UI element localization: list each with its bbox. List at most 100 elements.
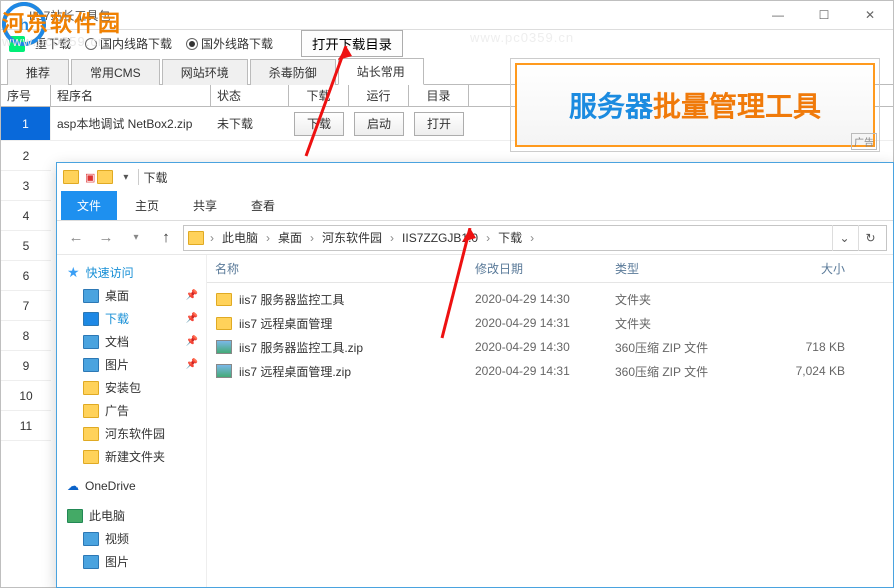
tab-antivirus[interactable]: 杀毒防御 — [250, 59, 336, 85]
sidebar-thispc[interactable]: 此电脑 — [57, 504, 206, 527]
svg-text:h: h — [19, 17, 29, 34]
star-icon: ★ — [67, 264, 80, 281]
sidebar-item-videos[interactable]: 视频 — [57, 527, 206, 550]
col-size[interactable]: 大小 — [765, 260, 865, 277]
refresh-button[interactable]: ↻ — [858, 225, 882, 251]
zip-icon — [216, 364, 232, 378]
row-index[interactable]: 6 — [1, 261, 51, 291]
col-run[interactable]: 运行 — [349, 85, 409, 106]
address-bar: ← → ▾ ↑ › 此电脑 › 桌面 › 河东软件园 › IIS7ZZGJB1.… — [57, 221, 893, 255]
up-button[interactable]: ↑ — [153, 226, 179, 250]
tab-file[interactable]: 文件 — [61, 191, 117, 220]
col-download[interactable]: 下载 — [289, 85, 349, 106]
pc-icon — [67, 509, 83, 523]
crumb-iis7[interactable]: IIS7ZZGJB1.0 — [396, 229, 484, 247]
radio-foreign[interactable]: 国外线路下载 — [186, 35, 273, 52]
pin-icon: 📌 — [186, 290, 198, 301]
row-index[interactable]: 11 — [1, 411, 51, 441]
sidebar-item-desktop[interactable]: 桌面📌 — [57, 284, 206, 307]
sidebar-item-images[interactable]: 图片 — [57, 550, 206, 573]
col-name[interactable]: 名称 — [215, 260, 475, 277]
cloud-icon: ☁ — [67, 479, 79, 493]
sidebar-quick-access[interactable]: ★ 快速访问 — [57, 261, 206, 284]
pin-icon: 📌 — [186, 336, 198, 347]
download-icon: ↓ — [83, 312, 99, 326]
cell-status: 未下载 — [211, 107, 289, 140]
pin-icon: 📌 — [186, 313, 198, 324]
list-item[interactable]: iis7 远程桌面管理.zip2020-04-29 14:31360压缩 ZIP… — [207, 359, 893, 383]
check-icon: ▣ — [85, 171, 95, 184]
maximize-button[interactable]: ☐ — [801, 1, 847, 29]
explorer-title: 下载 — [143, 169, 167, 186]
radio-domestic[interactable]: 国内线路下载 — [85, 35, 172, 52]
sidebar-item-ad[interactable]: 广告 — [57, 399, 206, 422]
explorer-window: ▣ ▾ 下载 文件 主页 共享 查看 ← → ▾ ↑ › 此电脑 › 桌面 › … — [56, 162, 894, 588]
tab-recommend[interactable]: 推荐 — [7, 59, 69, 85]
folder-icon — [216, 317, 232, 330]
radio-icon — [186, 38, 198, 50]
minimize-button[interactable]: — — [755, 1, 801, 29]
list-item[interactable]: iis7 服务器监控工具.zip2020-04-29 14:30360压缩 ZI… — [207, 335, 893, 359]
crumb-desktop[interactable]: 桌面 — [272, 227, 308, 248]
history-dropdown[interactable]: ⌄ — [832, 225, 856, 251]
download-button[interactable]: 下载 — [294, 112, 344, 136]
ribbon-tabs: 文件 主页 共享 查看 — [57, 191, 893, 221]
col-date[interactable]: 修改日期 — [475, 260, 615, 277]
chevron-down-icon[interactable]: ▾ — [123, 172, 128, 183]
crumb-download[interactable]: 下载 — [492, 227, 528, 248]
row-index[interactable]: 8 — [1, 321, 51, 351]
crumb-hedong[interactable]: 河东软件园 — [316, 227, 388, 248]
pin-icon: 📌 — [186, 359, 198, 370]
sidebar-item-pictures[interactable]: 图片📌 — [57, 353, 206, 376]
tab-cms[interactable]: 常用CMS — [71, 59, 160, 85]
col-seq[interactable]: 序号 — [1, 85, 51, 106]
sidebar-item-hedong[interactable]: 河东软件园 — [57, 422, 206, 445]
recent-dropdown[interactable]: ▾ — [123, 226, 149, 250]
tab-env[interactable]: 网站环境 — [162, 59, 248, 85]
open-button[interactable]: 打开 — [414, 112, 464, 136]
crumb-thispc[interactable]: 此电脑 — [216, 227, 264, 248]
radio-icon — [85, 38, 97, 50]
tab-home[interactable]: 主页 — [119, 191, 175, 220]
tab-share[interactable]: 共享 — [177, 191, 233, 220]
explorer-titlebar: ▣ ▾ 下载 — [57, 163, 893, 191]
tab-webmaster[interactable]: 站长常用 — [338, 58, 424, 85]
sidebar-item-documents[interactable]: 文档📌 — [57, 330, 206, 353]
row-index[interactable]: 9 — [1, 351, 51, 381]
row-index[interactable]: 7 — [1, 291, 51, 321]
row-index[interactable]: 5 — [1, 231, 51, 261]
folder-icon — [97, 170, 113, 184]
breadcrumb-field[interactable]: › 此电脑 › 桌面 › 河东软件园 › IIS7ZZGJB1.0 › 下载 ›… — [183, 225, 887, 251]
row-index[interactable]: 10 — [1, 381, 51, 411]
forward-button[interactable]: → — [93, 226, 119, 250]
watermark-logo: h — [2, 2, 46, 46]
sidebar: ★ 快速访问 桌面📌 ↓下载📌 文档📌 图片📌 安装包 广告 河东软件园 新建文… — [57, 255, 207, 587]
ad-tag: 广告 — [851, 133, 877, 150]
file-list: iis7 服务器监控工具2020-04-29 14:30文件夹 iis7 远程桌… — [207, 283, 893, 387]
col-open[interactable]: 目录 — [409, 85, 469, 106]
col-name[interactable]: 程序名 — [51, 85, 211, 106]
back-button[interactable]: ← — [63, 226, 89, 250]
sidebar-onedrive[interactable]: ☁OneDrive — [57, 476, 206, 496]
ad-banner[interactable]: 服务器批量管理工具 广告 — [510, 58, 880, 152]
sidebar-item-downloads[interactable]: ↓下载📌 — [57, 307, 206, 330]
row-index[interactable]: 3 — [1, 171, 51, 201]
tab-view[interactable]: 查看 — [235, 191, 291, 220]
open-download-dir-button[interactable]: 打开下载目录 — [301, 30, 403, 57]
col-status[interactable]: 状态 — [211, 85, 289, 106]
folder-icon — [216, 293, 232, 306]
row-index[interactable]: 4 — [1, 201, 51, 231]
list-item[interactable]: iis7 服务器监控工具2020-04-29 14:30文件夹 — [207, 287, 893, 311]
sidebar-item-install[interactable]: 安装包 — [57, 376, 206, 399]
col-type[interactable]: 类型 — [615, 260, 765, 277]
run-button[interactable]: 启动 — [354, 112, 404, 136]
folder-icon — [188, 231, 204, 245]
cell-name: asp本地调试 NetBox2.zip — [51, 107, 211, 140]
row-index[interactable]: 2 — [1, 141, 51, 171]
column-headers: 名称 修改日期 类型 大小 — [207, 255, 893, 283]
close-button[interactable]: ✕ — [847, 1, 893, 29]
banner-text: 服务器批量管理工具 — [515, 63, 875, 147]
sidebar-item-newfolder[interactable]: 新建文件夹 — [57, 445, 206, 468]
toolbar: 重下载 国内线路下载 国外线路下载 打开下载目录 — [1, 29, 893, 57]
list-item[interactable]: iis7 远程桌面管理2020-04-29 14:31文件夹 — [207, 311, 893, 335]
